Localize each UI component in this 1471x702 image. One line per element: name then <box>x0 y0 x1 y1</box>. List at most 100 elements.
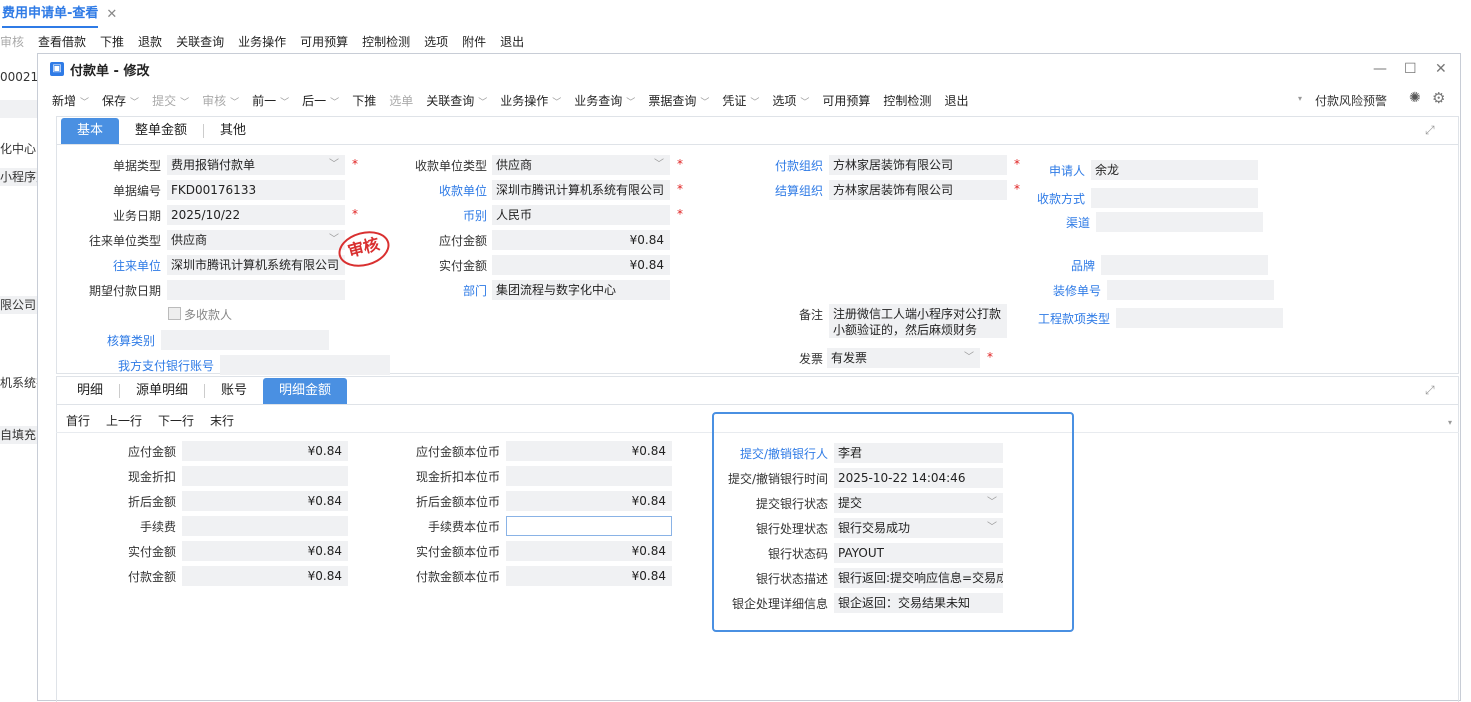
expect-date-field[interactable] <box>167 280 345 300</box>
tab-0[interactable]: 明细 <box>61 378 119 404</box>
toolbar-item[interactable]: 保存 <box>102 92 139 109</box>
toolbar-item[interactable]: 凭证 <box>722 92 759 109</box>
toolbar-item[interactable]: 票据查询 <box>648 92 709 109</box>
payee-field[interactable]: 深圳市腾讯计算机系统有限公司 <box>492 180 670 200</box>
amount-field[interactable] <box>182 516 348 536</box>
doc-tab[interactable]: 费用申请单-查看 ✕ <box>0 0 117 28</box>
toolbar-item[interactable]: 退出 <box>944 92 968 109</box>
multi-payee-checkbox[interactable] <box>168 307 181 320</box>
deco-no-field[interactable] <box>1107 280 1274 300</box>
bg-toolbar-item[interactable]: 退款 <box>138 33 162 50</box>
field-label: 往来单位 <box>112 259 161 273</box>
bg-toolbar-item[interactable]: 控制检测 <box>362 33 410 50</box>
bg-toolbar-item[interactable]: 选项 <box>424 33 448 50</box>
field-label: 应付金额本位币 <box>415 445 500 459</box>
amount-base-field[interactable] <box>506 466 672 486</box>
background-toolbar: 审核 查看借款 下推 退款 关联查询 业务操作 可用预算 控制检测 选项 附件 退出 <box>0 30 538 52</box>
toolbar-item[interactable]: 关联查询 <box>426 92 487 109</box>
toolbar-item[interactable]: 业务查询 <box>574 92 635 109</box>
toolbar-item[interactable]: 选单 <box>389 92 413 109</box>
left-col-cell: 化中心 <box>0 142 37 156</box>
amount-field[interactable]: ¥0.84 <box>182 541 348 561</box>
bill-no-field[interactable]: FKD00176133 <box>167 180 345 200</box>
field-label: 折后金额本位币 <box>415 495 500 509</box>
toolbar-item[interactable]: 后一 <box>302 92 339 109</box>
toolbar-item[interactable]: 控制检测 <box>883 92 931 109</box>
amount-base-field[interactable]: ¥0.84 <box>506 566 672 586</box>
bg-toolbar-item[interactable]: 业务操作 <box>238 33 286 50</box>
amount-field[interactable]: ¥0.84 <box>182 441 348 461</box>
sort-icon[interactable]: ▾ <box>1448 418 1452 427</box>
amount-base-field[interactable]: ¥0.84 <box>506 441 672 461</box>
tab-1[interactable]: 源单明细 <box>120 378 204 404</box>
amount-field[interactable] <box>182 466 348 486</box>
theme-icon[interactable]: ✺ <box>1409 90 1421 106</box>
toolbar-item[interactable]: 选项 <box>772 92 809 109</box>
close-icon[interactable]: ✕ <box>1435 61 1447 77</box>
invoice-select[interactable]: 有发票 <box>827 348 980 368</box>
gear-icon[interactable]: ⚙ <box>1432 89 1445 107</box>
bg-toolbar-item[interactable]: 查看借款 <box>38 33 86 50</box>
amount-base-field[interactable] <box>506 516 672 536</box>
amount-base-field[interactable]: ¥0.84 <box>506 541 672 561</box>
nav-button[interactable]: 上一行 <box>106 412 142 429</box>
field-label: 单据类型 <box>112 159 161 173</box>
amount-field[interactable]: ¥0.84 <box>182 491 348 511</box>
toolbar-item[interactable]: 下推 <box>352 92 376 109</box>
sort-icon[interactable]: ▾ <box>1298 94 1302 103</box>
expand-icon[interactable]: ⤢ <box>1425 383 1435 398</box>
risk-alert-button[interactable]: 付款风险预警 <box>1315 92 1387 109</box>
required-icon: * <box>677 207 683 221</box>
minimize-icon[interactable]: — <box>1373 61 1387 77</box>
nav-button[interactable]: 首行 <box>66 412 90 429</box>
toolbar-item[interactable]: 审核 <box>202 92 239 109</box>
app-icon: ▣ <box>50 62 64 76</box>
dept-field[interactable]: 集团流程与数字化中心 <box>492 280 670 300</box>
tab-1[interactable]: 整单金额 <box>119 118 203 144</box>
expand-icon[interactable]: ⤢ <box>1425 123 1435 138</box>
payee-type-select[interactable]: 供应商 <box>492 155 670 175</box>
bg-toolbar-item[interactable]: 可用预算 <box>300 33 348 50</box>
amount-base-field[interactable]: ¥0.84 <box>506 491 672 511</box>
tab-2[interactable]: 其他 <box>204 118 262 144</box>
brand-field[interactable] <box>1101 255 1268 275</box>
tab-2[interactable]: 账号 <box>205 378 263 404</box>
toolbar-item[interactable]: 可用预算 <box>822 92 870 109</box>
bg-toolbar-item[interactable]: 附件 <box>462 33 486 50</box>
pay-org-field[interactable]: 方林家居装饰有限公司 <box>829 155 1007 175</box>
field-label: 工程款项类型 <box>1037 312 1110 326</box>
currency-field[interactable]: 人民币 <box>492 205 670 225</box>
left-col-cell: 小程序对 <box>0 168 38 186</box>
channel-field[interactable] <box>1096 212 1263 232</box>
payable-field[interactable]: ¥0.84 <box>492 230 670 250</box>
amount-field[interactable]: ¥0.84 <box>182 566 348 586</box>
bill-type-select[interactable]: 费用报销付款单 <box>167 155 345 175</box>
toolbar-item[interactable]: 前一 <box>252 92 289 109</box>
bg-toolbar-item[interactable]: 下推 <box>100 33 124 50</box>
our-bank-field[interactable] <box>220 355 390 375</box>
field-label: 结算组织 <box>774 184 823 198</box>
tab-0[interactable]: 基本 <box>61 118 120 144</box>
acct-cat-field[interactable] <box>161 330 329 350</box>
maximize-icon[interactable]: ☐ <box>1404 61 1417 77</box>
field-label: 应付金额 <box>438 234 487 248</box>
toolbar-item[interactable]: 新增 <box>52 92 89 109</box>
actual-field[interactable]: ¥0.84 <box>492 255 670 275</box>
bg-toolbar-item[interactable]: 关联查询 <box>176 33 224 50</box>
toolbar-item[interactable]: 提交 <box>152 92 189 109</box>
tab-3[interactable]: 明细金额 <box>263 378 348 404</box>
remark-field[interactable]: 注册微信工人端小程序对公打款小额验证的，然后麻烦财务 <box>829 304 1007 338</box>
bg-toolbar-item[interactable]: 退出 <box>500 33 524 50</box>
nav-button[interactable]: 末行 <box>210 412 234 429</box>
recv-method-field[interactable] <box>1091 188 1258 208</box>
settle-org-field[interactable]: 方林家居装饰有限公司 <box>829 180 1007 200</box>
contact-type-select[interactable]: 供应商 <box>167 230 345 250</box>
proj-type-field[interactable] <box>1116 308 1283 328</box>
bg-toolbar-item[interactable]: 审核 <box>0 33 24 50</box>
biz-date-field[interactable]: 2025/10/22 <box>167 205 345 225</box>
contact-unit-field[interactable]: 深圳市腾讯计算机系统有限公司 <box>167 255 345 275</box>
toolbar-item[interactable]: 业务操作 <box>500 92 561 109</box>
applicant-field[interactable]: 余龙 <box>1091 160 1258 180</box>
close-icon[interactable]: ✕ <box>106 7 117 22</box>
nav-button[interactable]: 下一行 <box>158 412 194 429</box>
